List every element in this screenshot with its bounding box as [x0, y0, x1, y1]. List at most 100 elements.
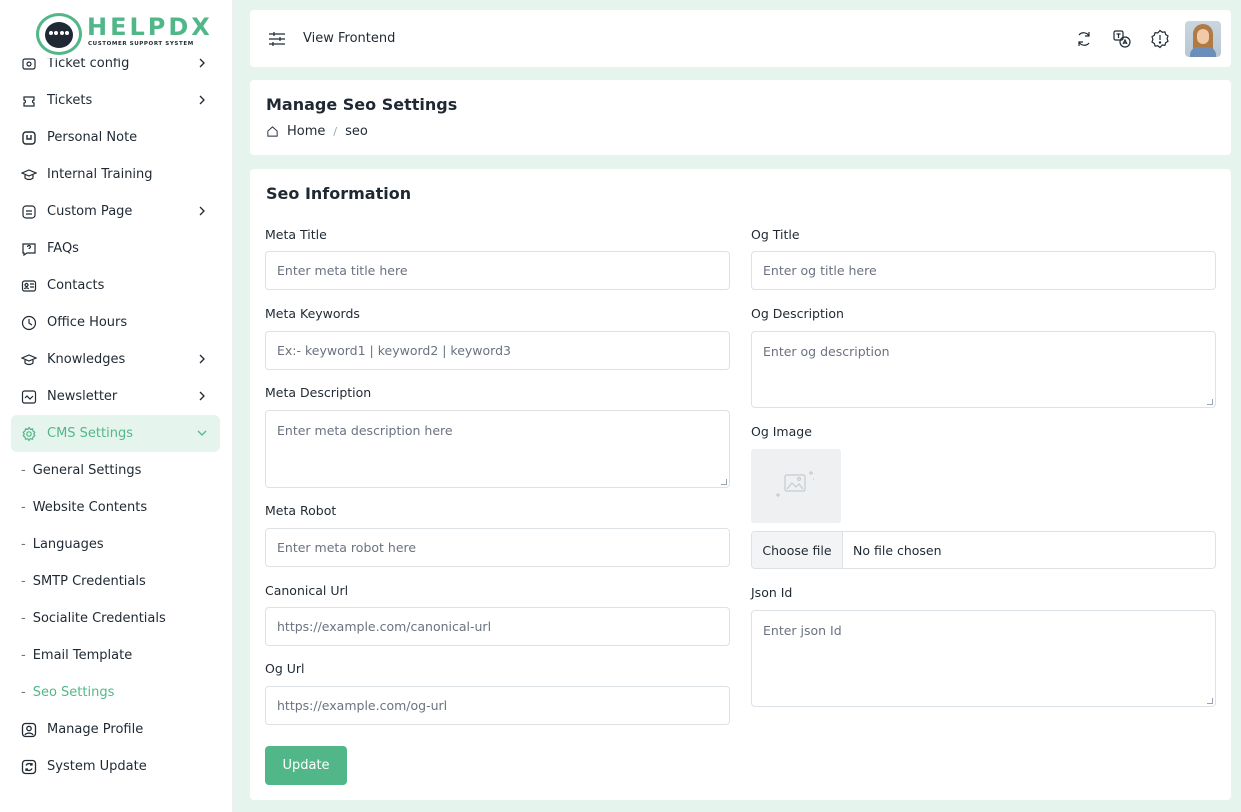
chevron-right-icon — [199, 58, 205, 68]
sidebar-item-label: Custom Page — [47, 204, 133, 219]
sidebar-subitem-label: Languages — [32, 537, 104, 552]
sidebar-menu: Ticket config Tickets Personal Note Inte… — [11, 45, 220, 785]
sliders-icon[interactable] — [268, 30, 286, 48]
sidebar-item-faqs[interactable]: FAQs — [11, 230, 220, 267]
home-icon — [267, 126, 278, 137]
sidebar-subitem-label: Seo Settings — [32, 685, 115, 700]
note-icon — [21, 130, 37, 146]
sidebar-item-office-hours[interactable]: Office Hours — [11, 304, 220, 341]
training-icon — [21, 167, 37, 183]
dash-marker: - — [21, 648, 26, 663]
meta-robot-input[interactable]: Enter meta robot here — [265, 528, 730, 567]
sidebar-subitem-smtp-credentials[interactable]: - SMTP Credentials — [11, 563, 220, 600]
meta-robot-placeholder: Enter meta robot here — [277, 540, 417, 555]
sidebar-subitem-languages[interactable]: - Languages — [11, 526, 220, 563]
translate-icon[interactable] — [1112, 29, 1132, 49]
chevron-right-icon — [199, 354, 205, 364]
sidebar-item-system-update[interactable]: System Update — [11, 748, 220, 785]
sidebar-subitem-email-template[interactable]: - Email Template — [11, 637, 220, 674]
sidebar-subitem-general-settings[interactable]: - General Settings — [11, 452, 220, 489]
sidebar-subitem-label: SMTP Credentials — [32, 574, 146, 589]
chevron-right-icon — [199, 391, 205, 401]
sidebar-item-label: Tickets — [47, 93, 93, 108]
sidebar-item-custom-page[interactable]: Custom Page — [11, 193, 220, 230]
view-frontend-link[interactable]: View Frontend — [303, 31, 395, 46]
meta-keywords-placeholder: Ex:- keyword1 | keyword2 | keyword3 — [277, 343, 511, 358]
meta-robot-label: Meta Robot — [265, 503, 337, 518]
sidebar-item-label: Newsletter — [47, 389, 118, 404]
og-description-placeholder: Enter og description — [763, 344, 890, 359]
sidebar-item-label: Office Hours — [47, 315, 128, 330]
chevron-down-icon — [197, 430, 207, 436]
gear-icon — [21, 425, 37, 442]
og-url-label: Og Url — [265, 661, 305, 676]
sidebar-item-manage-profile[interactable]: Manage Profile — [11, 711, 220, 748]
og-image-file-input[interactable]: Choose file No file chosen — [751, 531, 1216, 569]
og-description-label: Og Description — [751, 306, 844, 321]
image-placeholder-icon — [776, 471, 814, 497]
meta-title-input[interactable]: Enter meta title here — [265, 251, 730, 290]
meta-title-placeholder: Enter meta title here — [277, 263, 408, 278]
update-icon — [21, 759, 37, 775]
json-id-placeholder: Enter json Id — [763, 623, 842, 638]
sidebar-item-label: Internal Training — [47, 167, 153, 182]
sidebar-subitem-seo-settings[interactable]: - Seo Settings — [11, 674, 220, 711]
og-image-preview — [751, 449, 841, 523]
og-title-input[interactable]: Enter og title here — [751, 251, 1216, 290]
sidebar-item-personal-note[interactable]: Personal Note — [11, 119, 220, 156]
update-button[interactable]: Update — [265, 746, 347, 785]
canonical-url-input[interactable]: https://example.com/canonical-url — [265, 607, 730, 646]
brand-logo[interactable]: HELPDX CUSTOMER SUPPORT SYSTEM — [0, 0, 232, 58]
meta-keywords-input[interactable]: Ex:- keyword1 | keyword2 | keyword3 — [265, 331, 730, 370]
sidebar-item-contacts[interactable]: Contacts — [11, 267, 220, 304]
og-title-label: Og Title — [751, 227, 800, 242]
meta-description-textarea[interactable]: Enter meta description here — [265, 410, 730, 488]
sidebar-item-knowledges[interactable]: Knowledges — [11, 341, 220, 378]
dash-marker: - — [21, 574, 26, 589]
avatar[interactable] — [1185, 21, 1221, 57]
clock-icon — [21, 315, 37, 331]
refresh-icon[interactable] — [1074, 29, 1094, 49]
breadcrumb-home[interactable]: Home — [287, 124, 325, 139]
og-url-placeholder: https://example.com/og-url — [277, 698, 448, 713]
newsletter-icon — [21, 389, 37, 405]
top-bar: View Frontend — [250, 10, 1231, 67]
dash-marker: - — [21, 685, 26, 700]
og-url-input[interactable]: https://example.com/og-url — [265, 686, 730, 725]
logo-icon — [36, 13, 82, 55]
breadcrumb-separator: / — [333, 125, 338, 138]
choose-file-button[interactable]: Choose file — [752, 532, 843, 568]
sidebar-subitem-label: Website Contents — [32, 500, 148, 515]
sidebar-item-label: Contacts — [47, 278, 105, 293]
sidebar: Ticket config Tickets Personal Note Inte… — [0, 0, 233, 812]
json-id-textarea[interactable]: Enter json Id — [751, 610, 1216, 707]
dash-marker: - — [21, 611, 26, 626]
chevron-right-icon — [199, 206, 205, 216]
sidebar-item-label: CMS Settings — [47, 426, 133, 441]
seo-form: Seo Information Meta Title Enter meta ti… — [250, 169, 1231, 800]
meta-keywords-label: Meta Keywords — [265, 306, 360, 321]
sidebar-item-newsletter[interactable]: Newsletter — [11, 378, 220, 415]
sidebar-item-internal-training[interactable]: Internal Training — [11, 156, 220, 193]
sidebar-subitem-website-contents[interactable]: - Website Contents — [11, 489, 220, 526]
dash-marker: - — [21, 463, 26, 478]
sidebar-subitem-socialite-credentials[interactable]: - Socialite Credentials — [11, 600, 220, 637]
brand-tagline: CUSTOMER SUPPORT SYSTEM — [88, 41, 194, 47]
canonical-url-placeholder: https://example.com/canonical-url — [277, 619, 492, 634]
sidebar-subitem-label: Email Template — [32, 648, 133, 663]
faq-icon — [21, 241, 37, 257]
sidebar-item-tickets[interactable]: Tickets — [11, 82, 220, 119]
og-description-textarea[interactable]: Enter og description — [751, 331, 1216, 408]
dash-marker: - — [21, 500, 26, 515]
sidebar-subitem-label: General Settings — [32, 463, 142, 478]
sidebar-item-cms-settings[interactable]: CMS Settings — [11, 415, 220, 452]
canonical-url-label: Canonical Url — [265, 583, 349, 598]
chevron-right-icon — [199, 95, 205, 105]
sidebar-item-label: System Update — [47, 759, 147, 774]
og-image-label: Og Image — [751, 424, 812, 439]
alert-icon[interactable] — [1150, 29, 1170, 49]
knowledge-icon — [21, 352, 37, 368]
meta-description-placeholder: Enter meta description here — [277, 423, 453, 438]
og-title-placeholder: Enter og title here — [763, 263, 877, 278]
page-header: Manage Seo Settings Home / seo — [250, 80, 1231, 155]
